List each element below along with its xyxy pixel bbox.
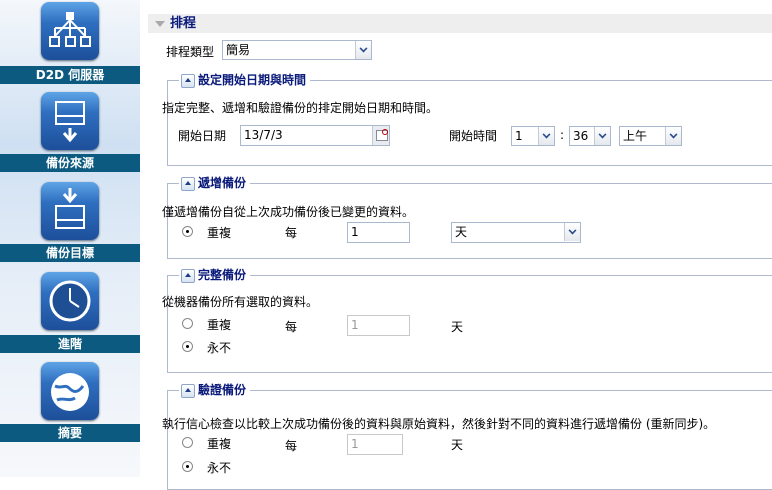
full-never-radio[interactable] — [182, 341, 193, 352]
verify-interval-input[interactable]: 1 — [347, 434, 403, 455]
section-description: 從機器備份所有選取的資料。 — [162, 295, 319, 309]
start-datetime-section: 設定開始日期與時間 指定完整、遞增和驗證備份的排定開始日期和時間。 開始日期 1… — [162, 72, 772, 166]
interval-value: 1 — [351, 225, 359, 239]
chevron-down-icon[interactable] — [594, 127, 610, 145]
chevron-down-icon[interactable] — [355, 41, 371, 59]
hour-value: 1 — [515, 129, 523, 143]
start-date-input[interactable]: 13/7/3 — [240, 125, 390, 146]
section-legend: 驗證備份 — [198, 383, 247, 397]
start-time-label: 開始時間 — [449, 129, 498, 143]
repeat-label: 重複 — [207, 437, 232, 451]
collapse-triangle-icon[interactable] — [155, 21, 165, 27]
incremental-unit-select[interactable]: 天 — [451, 222, 581, 243]
chevron-down-icon[interactable] — [538, 127, 554, 145]
full-interval-input[interactable]: 1 — [347, 315, 410, 336]
schedule-header[interactable]: 排程 — [148, 14, 772, 33]
schedule-title: 排程 — [170, 16, 197, 31]
schedule-type-select[interactable]: 簡易 — [222, 40, 372, 60]
unit-value: 天 — [455, 225, 468, 239]
sidebar-item-label: 備份來源 — [0, 154, 140, 172]
repeat-label: 重複 — [207, 318, 232, 332]
every-label: 每 — [285, 226, 298, 240]
unit-label: 天 — [451, 320, 464, 334]
clock-icon — [41, 272, 99, 330]
chevron-down-icon[interactable] — [564, 223, 580, 241]
incremental-backup-section: 遞增備份 僅遞增備份自從上次成功備份後已變更的資料。 重複 每 1 天 — [162, 175, 772, 259]
section-description: 執行信心檢查以比較上次成功備份後的資料與原始資料，然後針對不同的資料進行遞增備份… — [162, 417, 716, 431]
section-legend: 完整備份 — [198, 268, 247, 282]
sidebar: D2D 伺服器 備份來源 備份目標 進階 摘要 — [0, 0, 140, 477]
globe-icon — [41, 362, 99, 420]
schedule-panel: 排程 排程類型 簡易 設定開始日期與時間 指定完整、遞增和驗證備份的排定開始日期… — [148, 0, 772, 490]
ampm-select[interactable]: 上午 — [619, 126, 682, 146]
drive-download-icon — [41, 182, 99, 240]
sidebar-item-label: D2D 伺服器 — [0, 66, 140, 84]
section-legend: 遞增備份 — [198, 176, 247, 190]
chevron-down-icon[interactable] — [665, 127, 681, 145]
verify-never-radio[interactable] — [182, 461, 193, 472]
never-label: 永不 — [207, 341, 232, 355]
verify-repeat-radio[interactable] — [182, 437, 193, 448]
never-label: 永不 — [207, 461, 232, 475]
calendar-icon[interactable] — [372, 126, 389, 145]
drive-upload-icon — [41, 92, 99, 150]
section-description: 僅遞增備份自從上次成功備份後已變更的資料。 — [162, 205, 415, 219]
interval-value: 1 — [351, 318, 359, 332]
full-repeat-radio[interactable] — [182, 318, 193, 329]
minute-value: 36 — [573, 129, 589, 143]
repeat-label: 重複 — [207, 226, 232, 240]
collapse-up-icon[interactable] — [181, 176, 195, 191]
section-legend: 設定開始日期與時間 — [198, 73, 307, 87]
start-date-value: 13/7/3 — [244, 128, 283, 142]
hour-select[interactable]: 1 — [511, 126, 555, 146]
time-separator: : — [560, 128, 565, 142]
server-tree-icon — [41, 2, 99, 60]
verify-backup-section: 驗證備份 執行信心檢查以比較上次成功備份後的資料與原始資料，然後針對不同的資料進… — [162, 382, 772, 490]
incremental-repeat-radio[interactable] — [182, 226, 193, 237]
schedule-type-label: 排程類型 — [166, 45, 215, 59]
collapse-up-icon[interactable] — [181, 383, 195, 398]
incremental-interval-input[interactable]: 1 — [347, 222, 410, 243]
unit-label: 天 — [451, 438, 464, 452]
section-description: 指定完整、遞增和驗證備份的排定開始日期和時間。 — [162, 101, 439, 115]
sidebar-item-label: 備份目標 — [0, 244, 140, 262]
every-label: 每 — [285, 320, 298, 334]
every-label: 每 — [285, 439, 298, 453]
ampm-value: 上午 — [623, 129, 648, 143]
sidebar-item-label: 摘要 — [0, 424, 140, 442]
collapse-up-icon[interactable] — [181, 73, 195, 88]
full-backup-section: 完整備份 從機器備份所有選取的資料。 重複 每 1 天 永不 — [162, 267, 772, 373]
schedule-type-value: 簡易 — [226, 43, 251, 57]
interval-value: 1 — [351, 437, 359, 451]
start-date-label: 開始日期 — [178, 129, 227, 143]
sidebar-item-label: 進階 — [0, 335, 140, 353]
minute-select[interactable]: 36 — [569, 126, 611, 146]
collapse-up-icon[interactable] — [181, 268, 195, 283]
